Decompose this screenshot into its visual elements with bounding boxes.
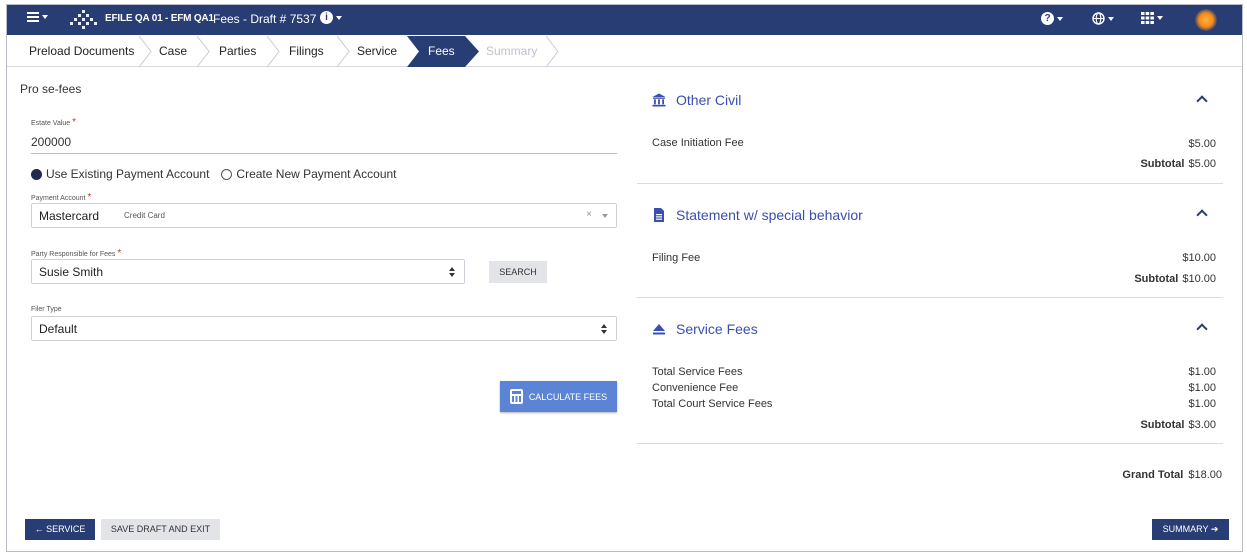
radio-label: Create New Payment Account <box>236 167 397 181</box>
filer-type-value: Default <box>39 322 78 336</box>
estate-value-input[interactable]: 200000 <box>31 135 71 149</box>
sort-arrows-icon <box>601 324 607 334</box>
fee-line-name: Total Court Service Fees <box>652 398 773 410</box>
party-responsible-value: Susie Smith <box>39 265 104 279</box>
logo-icon <box>70 10 97 29</box>
eject-icon <box>653 324 665 335</box>
fee-divider <box>637 183 1223 184</box>
payment-option-group: Use Existing Payment Account Create New … <box>31 167 409 181</box>
fee-group-title: Other Civil <box>676 92 742 108</box>
radio-selected-icon <box>31 168 42 180</box>
fee-line-name: Case Initiation Fee <box>652 137 744 149</box>
grand-total: Grand Total $18.00 <box>1122 469 1222 481</box>
step-service[interactable]: Service <box>357 36 397 67</box>
document-icon <box>654 208 664 222</box>
avatar[interactable] <box>1195 9 1217 31</box>
fee-subtotal: Subtotal $10.00 <box>1134 273 1216 285</box>
top-bar: EFILE QA 01 - EFM QA1 Fees - Draft # 753… <box>7 5 1242 35</box>
menu-icon <box>27 12 39 22</box>
globe-icon <box>1092 12 1105 25</box>
party-responsible-label: Party Responsible for Fees * <box>31 248 122 259</box>
radio-unselected-icon <box>221 168 233 180</box>
fee-line-amount: $1.00 <box>1188 382 1216 394</box>
estate-value-label: Estate Value * <box>31 117 77 128</box>
chevron-separator-icon <box>266 36 280 67</box>
app-title: EFILE QA 01 - EFM QA1 <box>105 13 214 24</box>
payment-account-label: Payment Account * <box>31 192 92 203</box>
caret-down-icon <box>1157 16 1163 20</box>
bank-icon <box>652 93 666 107</box>
caret-down-icon <box>336 15 342 20</box>
chevron-separator-icon <box>138 36 152 67</box>
chevron-up-icon[interactable] <box>1196 323 1208 335</box>
back-service-button[interactable]: ← SERVICE <box>25 519 95 540</box>
clear-icon[interactable]: × <box>586 209 592 220</box>
apps-grid-icon <box>1141 12 1154 24</box>
info-button[interactable]: i <box>320 11 342 24</box>
help-button[interactable]: ? <box>1041 12 1063 25</box>
info-icon: i <box>320 11 333 24</box>
fee-group-header-other-civil[interactable]: Other Civil <box>652 92 741 108</box>
step-fees[interactable]: Fees <box>428 36 455 67</box>
step-preload-documents[interactable]: Preload Documents <box>29 36 134 67</box>
apps-button[interactable] <box>1141 12 1163 24</box>
fee-subtotal: Subtotal $3.00 <box>1140 419 1216 431</box>
fee-line-name: Filing Fee <box>652 252 701 264</box>
search-button[interactable]: SEARCH <box>489 261 547 283</box>
fee-group-title: Service Fees <box>676 321 758 337</box>
party-responsible-select[interactable]: Susie Smith <box>31 259 465 284</box>
fee-line-amount: $1.00 <box>1188 366 1216 378</box>
help-icon: ? <box>1041 12 1054 25</box>
chevron-separator-icon <box>196 36 210 67</box>
filer-type-select[interactable]: Default <box>31 316 617 341</box>
step-breadcrumb: Preload Documents Case Parties Filings S… <box>7 36 1242 67</box>
payment-account-type: Credit Card <box>124 211 165 220</box>
fee-group-header-service-fees[interactable]: Service Fees <box>652 321 758 337</box>
fee-line-amount: $1.00 <box>1188 398 1216 410</box>
create-new-payment-radio[interactable]: Create New Payment Account <box>221 167 397 181</box>
step-parties[interactable]: Parties <box>219 36 256 67</box>
payment-account-select[interactable]: Mastercard Credit Card × <box>31 203 617 228</box>
language-button[interactable] <box>1092 12 1114 25</box>
sort-arrows-icon <box>449 267 455 277</box>
fee-divider <box>637 297 1223 298</box>
chevron-down-icon <box>602 214 608 218</box>
calculate-fees-button[interactable]: CALCULATE FEES <box>500 381 617 412</box>
menu-button[interactable] <box>27 12 48 22</box>
fee-subtotal: Subtotal $5.00 <box>1140 158 1216 170</box>
use-existing-payment-radio[interactable]: Use Existing Payment Account <box>31 167 209 181</box>
app-window: EFILE QA 01 - EFM QA1 Fees - Draft # 753… <box>6 4 1243 552</box>
fee-line-amount: $5.00 <box>1188 138 1216 150</box>
fee-line-name: Convenience Fee <box>652 382 739 394</box>
step-filings[interactable]: Filings <box>289 36 324 67</box>
caret-down-icon <box>1057 16 1063 21</box>
chevron-separator-icon <box>545 36 559 67</box>
chevron-up-icon[interactable] <box>1196 95 1208 107</box>
step-summary: Summary <box>486 44 538 58</box>
fee-divider <box>637 443 1223 444</box>
chevron-up-icon[interactable] <box>1196 209 1208 221</box>
fee-group-header-statement[interactable]: Statement w/ special behavior <box>652 207 863 223</box>
summary-button[interactable]: SUMMARY ➔ <box>1152 519 1229 540</box>
caret-down-icon <box>42 15 48 19</box>
save-draft-exit-button[interactable]: SAVE DRAFT AND EXIT <box>101 519 220 540</box>
estate-value-underline <box>31 153 617 154</box>
calculator-icon <box>509 389 523 404</box>
caret-down-icon <box>1108 16 1114 21</box>
step-case[interactable]: Case <box>159 36 187 67</box>
fee-line-amount: $10.00 <box>1182 252 1216 264</box>
filer-type-label: Filer Type <box>31 306 62 313</box>
page-title: Fees - Draft # 7537 <box>213 12 317 26</box>
chevron-separator-icon <box>336 36 350 67</box>
radio-label: Use Existing Payment Account <box>46 167 210 181</box>
calculate-fees-label: CALCULATE FEES <box>528 391 608 402</box>
fee-line-name: Total Service Fees <box>652 366 743 378</box>
fee-group-title: Statement w/ special behavior <box>676 207 863 223</box>
payment-account-value: Mastercard <box>39 209 100 223</box>
section-title: Pro se-fees <box>20 82 82 96</box>
